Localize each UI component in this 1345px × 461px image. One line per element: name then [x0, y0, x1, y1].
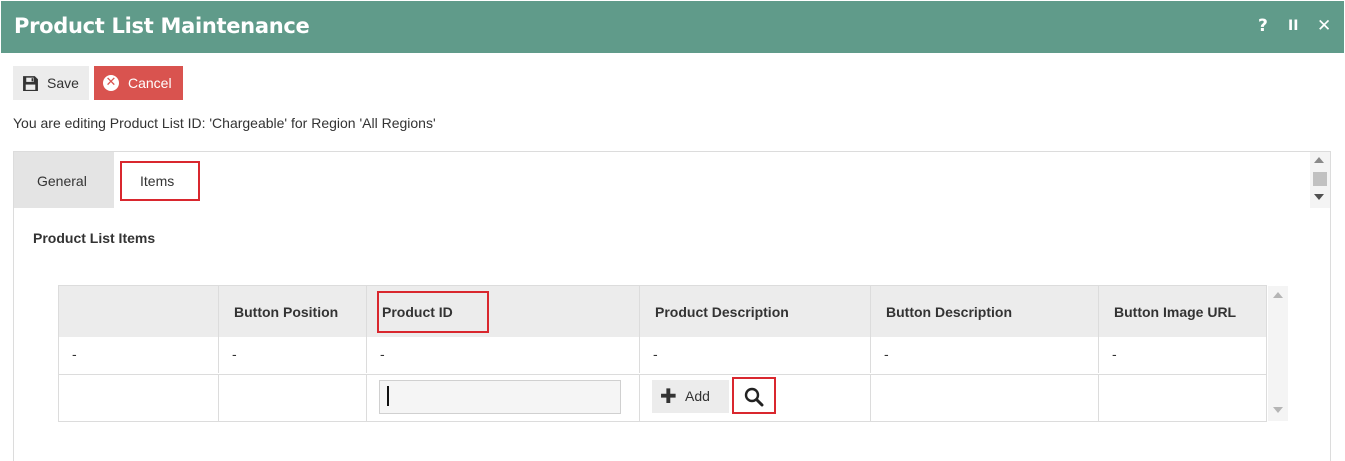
header-cell-button-image-url[interactable]: Button Image URL [1099, 286, 1266, 337]
table-cell: - [219, 337, 367, 373]
grid-scrollbar[interactable] [1268, 286, 1288, 421]
cell-value: - [380, 346, 385, 362]
table-cell: - [1099, 337, 1266, 373]
tab-panel: General Items Product List Items Button … [13, 151, 1331, 461]
panel-scrollbar[interactable] [1310, 152, 1330, 208]
table-cell: - [59, 337, 219, 373]
table-cell: - [367, 337, 640, 373]
floppy-disk-icon [23, 76, 38, 91]
tab-strip: General Items [14, 152, 1311, 208]
header-button-position: Button Position [234, 304, 339, 320]
header-cell-product-id[interactable]: Product ID [367, 286, 640, 337]
plus-icon: ✚ [660, 384, 677, 408]
tab-general[interactable]: General [14, 152, 114, 208]
text-cursor [387, 386, 389, 406]
search-button[interactable] [732, 377, 776, 414]
pause-icon[interactable]: II [1288, 18, 1298, 34]
save-label: Save [47, 75, 79, 91]
product-items-grid: Button Position Product ID Product Descr… [58, 285, 1288, 422]
cancel-button[interactable]: ✕ Cancel [94, 66, 183, 100]
table-cell: - [871, 337, 1099, 373]
table-row[interactable]: - - - - - - [59, 337, 1266, 375]
title-bar: Product List Maintenance ? II ✕ [1, 1, 1344, 53]
header-cell-select [59, 286, 219, 337]
cell-value: - [884, 346, 889, 362]
window-title: Product List Maintenance [14, 14, 310, 38]
grid-scroll-down-icon[interactable] [1273, 407, 1283, 413]
header-product-description: Product Description [655, 304, 789, 320]
header-button-description: Button Description [886, 304, 1012, 320]
grid-scroll-up-icon[interactable] [1273, 292, 1283, 298]
cell-value: - [232, 346, 237, 362]
close-icon[interactable]: ✕ [1317, 16, 1331, 36]
cancel-label: Cancel [128, 75, 172, 91]
header-cell-button-position[interactable]: Button Position [219, 286, 367, 337]
tab-general-label: General [37, 173, 87, 189]
add-button[interactable]: ✚ Add [652, 380, 729, 413]
scroll-down-arrow-icon[interactable] [1314, 194, 1324, 200]
help-icon[interactable]: ? [1258, 16, 1268, 36]
add-label: Add [685, 388, 710, 404]
table-cell [59, 374, 219, 421]
cell-value: - [72, 346, 77, 362]
table-cell [219, 374, 367, 421]
product-id-input[interactable] [379, 380, 621, 414]
header-cell-product-description[interactable]: Product Description [640, 286, 871, 337]
table-cell [871, 374, 1099, 421]
header-cell-button-description[interactable]: Button Description [871, 286, 1099, 337]
search-icon [744, 387, 764, 407]
tab-items[interactable]: Items [120, 161, 200, 201]
scroll-thumb[interactable] [1313, 172, 1327, 186]
cell-value: - [1112, 346, 1117, 362]
grid-header-row: Button Position Product ID Product Descr… [59, 286, 1266, 337]
section-title: Product List Items [33, 230, 156, 246]
scroll-up-arrow-icon[interactable] [1314, 157, 1324, 163]
table-cell [1099, 374, 1266, 421]
save-button[interactable]: Save [13, 66, 89, 100]
close-circle-icon: ✕ [103, 75, 119, 91]
new-item-row: ✚ Add [59, 374, 1266, 421]
header-button-image-url: Button Image URL [1114, 304, 1237, 320]
tab-items-label: Items [140, 173, 175, 189]
table-cell: - [640, 337, 871, 373]
cell-value: - [653, 346, 658, 362]
editing-message: You are editing Product List ID: 'Charge… [13, 115, 436, 131]
header-product-id: Product ID [382, 304, 453, 320]
